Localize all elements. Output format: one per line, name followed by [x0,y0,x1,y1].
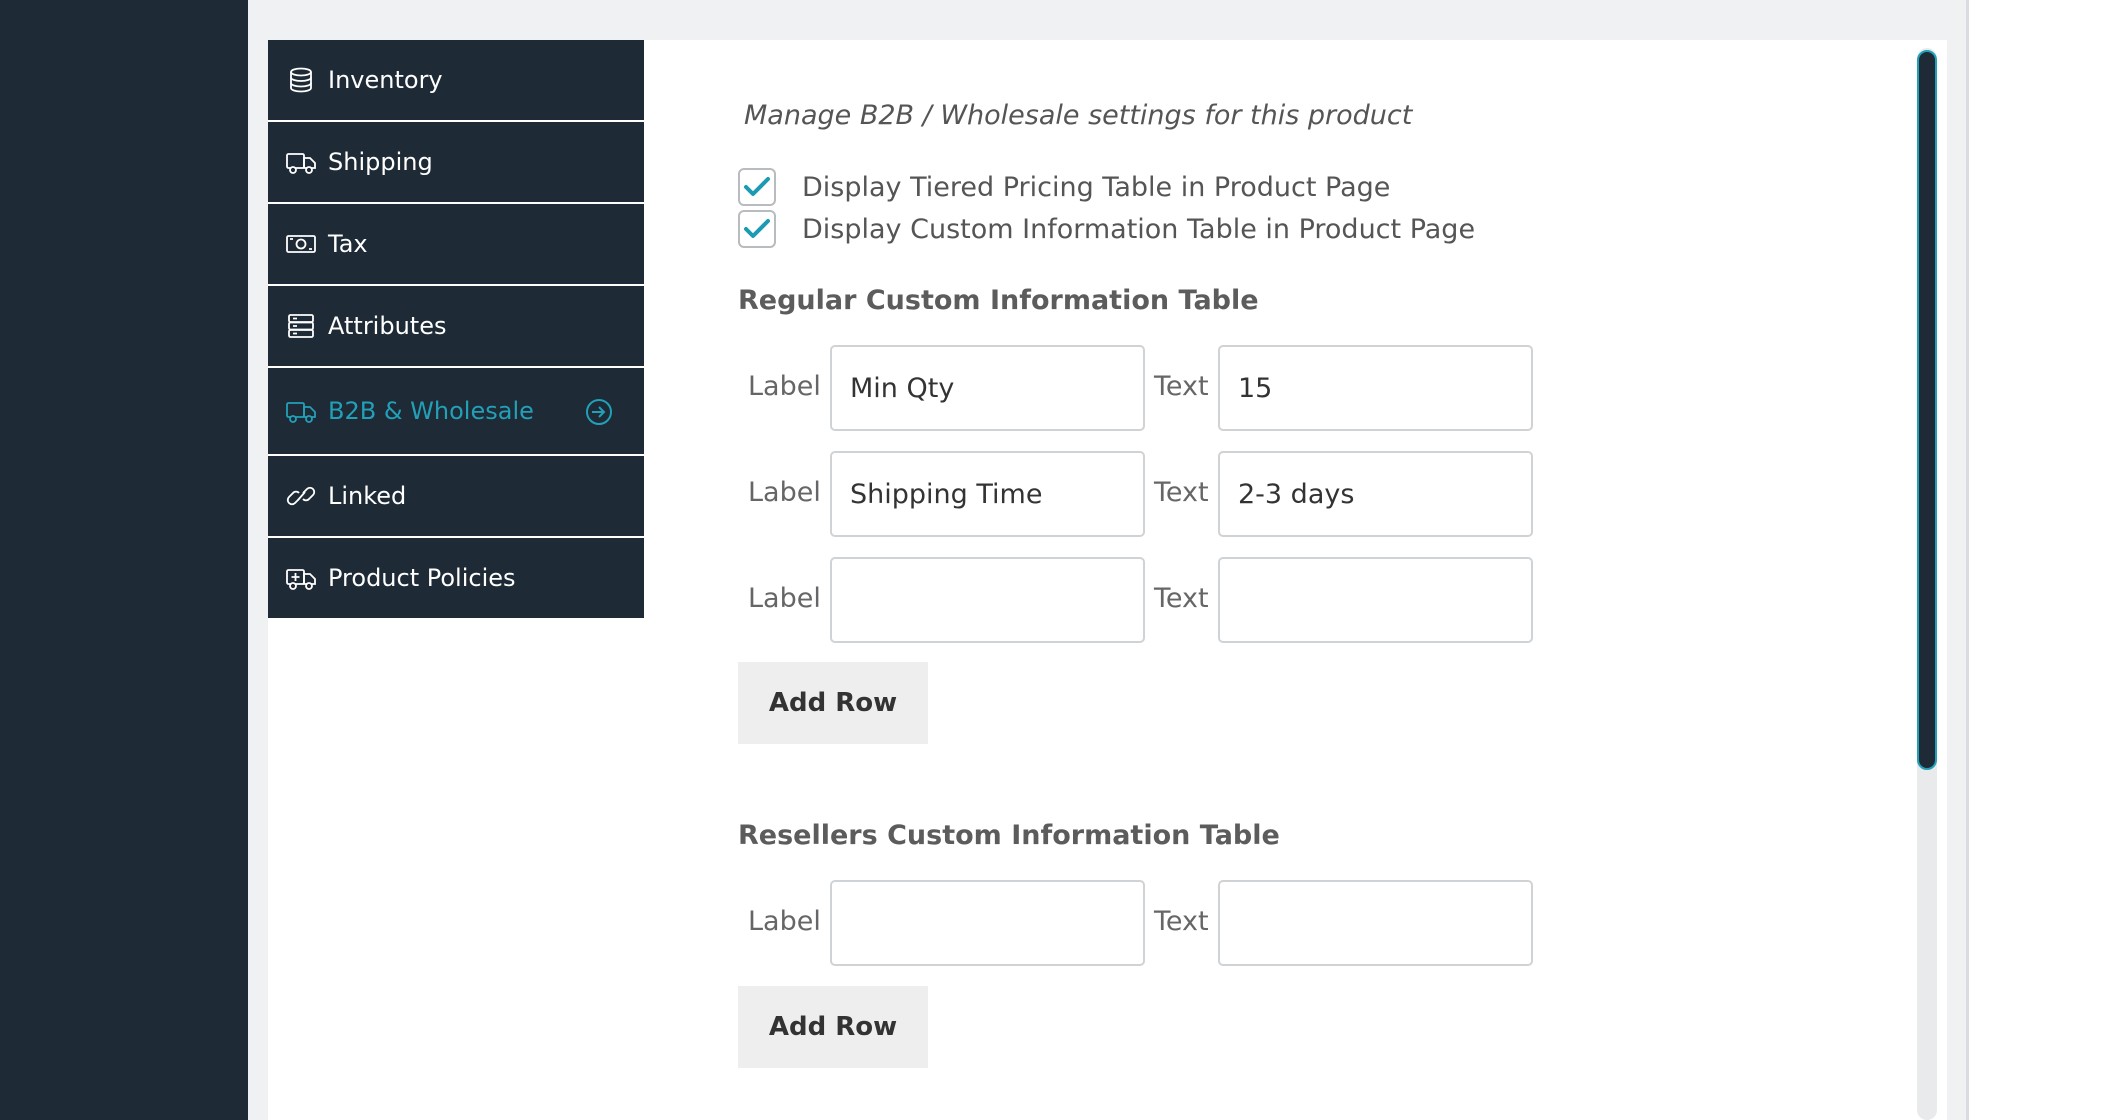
regular-row-1-label-input[interactable] [830,345,1145,431]
text-caption: Text [1154,371,1209,402]
regular-row-3-text-input[interactable] [1218,557,1533,643]
tiered-pricing-checkbox[interactable] [738,168,776,206]
regular-table-title: Regular Custom Information Table [738,285,1259,316]
label-caption: Label [748,906,821,937]
resellers-row-1-text-input[interactable] [1218,880,1533,966]
checkmark-icon [744,177,770,196]
text-caption: Text [1154,906,1209,937]
label-caption: Label [748,477,821,508]
money-icon [286,231,316,257]
tab-product-policies[interactable]: Product Policies [268,538,644,620]
link-icon [286,483,316,509]
tab-attributes[interactable]: Attributes [268,286,644,368]
scrollbar-thumb[interactable] [1917,50,1937,770]
section-heading: Manage B2B / Wholesale settings for this… [744,100,1413,131]
resellers-table-title: Resellers Custom Information Table [738,820,1280,851]
ambulance-icon [286,565,316,591]
tab-label: Product Policies [328,564,516,592]
tiered-pricing-option: Display Tiered Pricing Table in Product … [738,168,1390,206]
truck-icon [286,398,316,424]
regular-row-1: Label Text [738,345,1538,431]
regular-row-2-text-input[interactable] [1218,451,1533,537]
resellers-row-1-label-input[interactable] [830,880,1145,966]
tab-label: Linked [328,482,407,510]
product-data-tabs: Inventory Shipping Tax Attributes B2B & … [268,40,644,620]
tab-inventory[interactable]: Inventory [268,40,644,122]
regular-add-row-button[interactable]: Add Row [738,662,928,744]
tab-tax[interactable]: Tax [268,204,644,286]
tab-label: Attributes [328,312,447,340]
tab-label: B2B & Wholesale [328,397,534,425]
custom-info-option: Display Custom Information Table in Prod… [738,210,1475,248]
regular-row-1-text-input[interactable] [1218,345,1533,431]
tab-label: Shipping [328,148,433,176]
resellers-add-row-button[interactable]: Add Row [738,986,928,1068]
regular-row-3-label-input[interactable] [830,557,1145,643]
custom-info-checkbox[interactable] [738,210,776,248]
left-rail [0,0,248,1120]
truck-icon [286,149,316,175]
checkmark-icon [744,219,770,238]
regular-row-2: Label Text [738,451,1538,537]
tab-b2b-wholesale[interactable]: B2B & Wholesale [268,368,644,456]
text-caption: Text [1154,583,1209,614]
regular-row-3: Label Text [738,557,1538,643]
server-icon [286,313,316,339]
arrow-circle-right-icon [584,397,614,427]
custom-info-label: Display Custom Information Table in Prod… [802,213,1476,245]
text-caption: Text [1154,477,1209,508]
database-icon [286,67,316,93]
label-caption: Label [748,583,821,614]
regular-row-2-label-input[interactable] [830,451,1145,537]
page-border [1966,0,1969,1120]
tab-label: Inventory [328,66,443,94]
tiered-pricing-label: Display Tiered Pricing Table in Product … [802,171,1391,203]
tab-shipping[interactable]: Shipping [268,122,644,204]
tab-linked[interactable]: Linked [268,456,644,538]
label-caption: Label [748,371,821,402]
resellers-row-1: Label Text [738,880,1538,966]
tab-label: Tax [328,230,368,258]
